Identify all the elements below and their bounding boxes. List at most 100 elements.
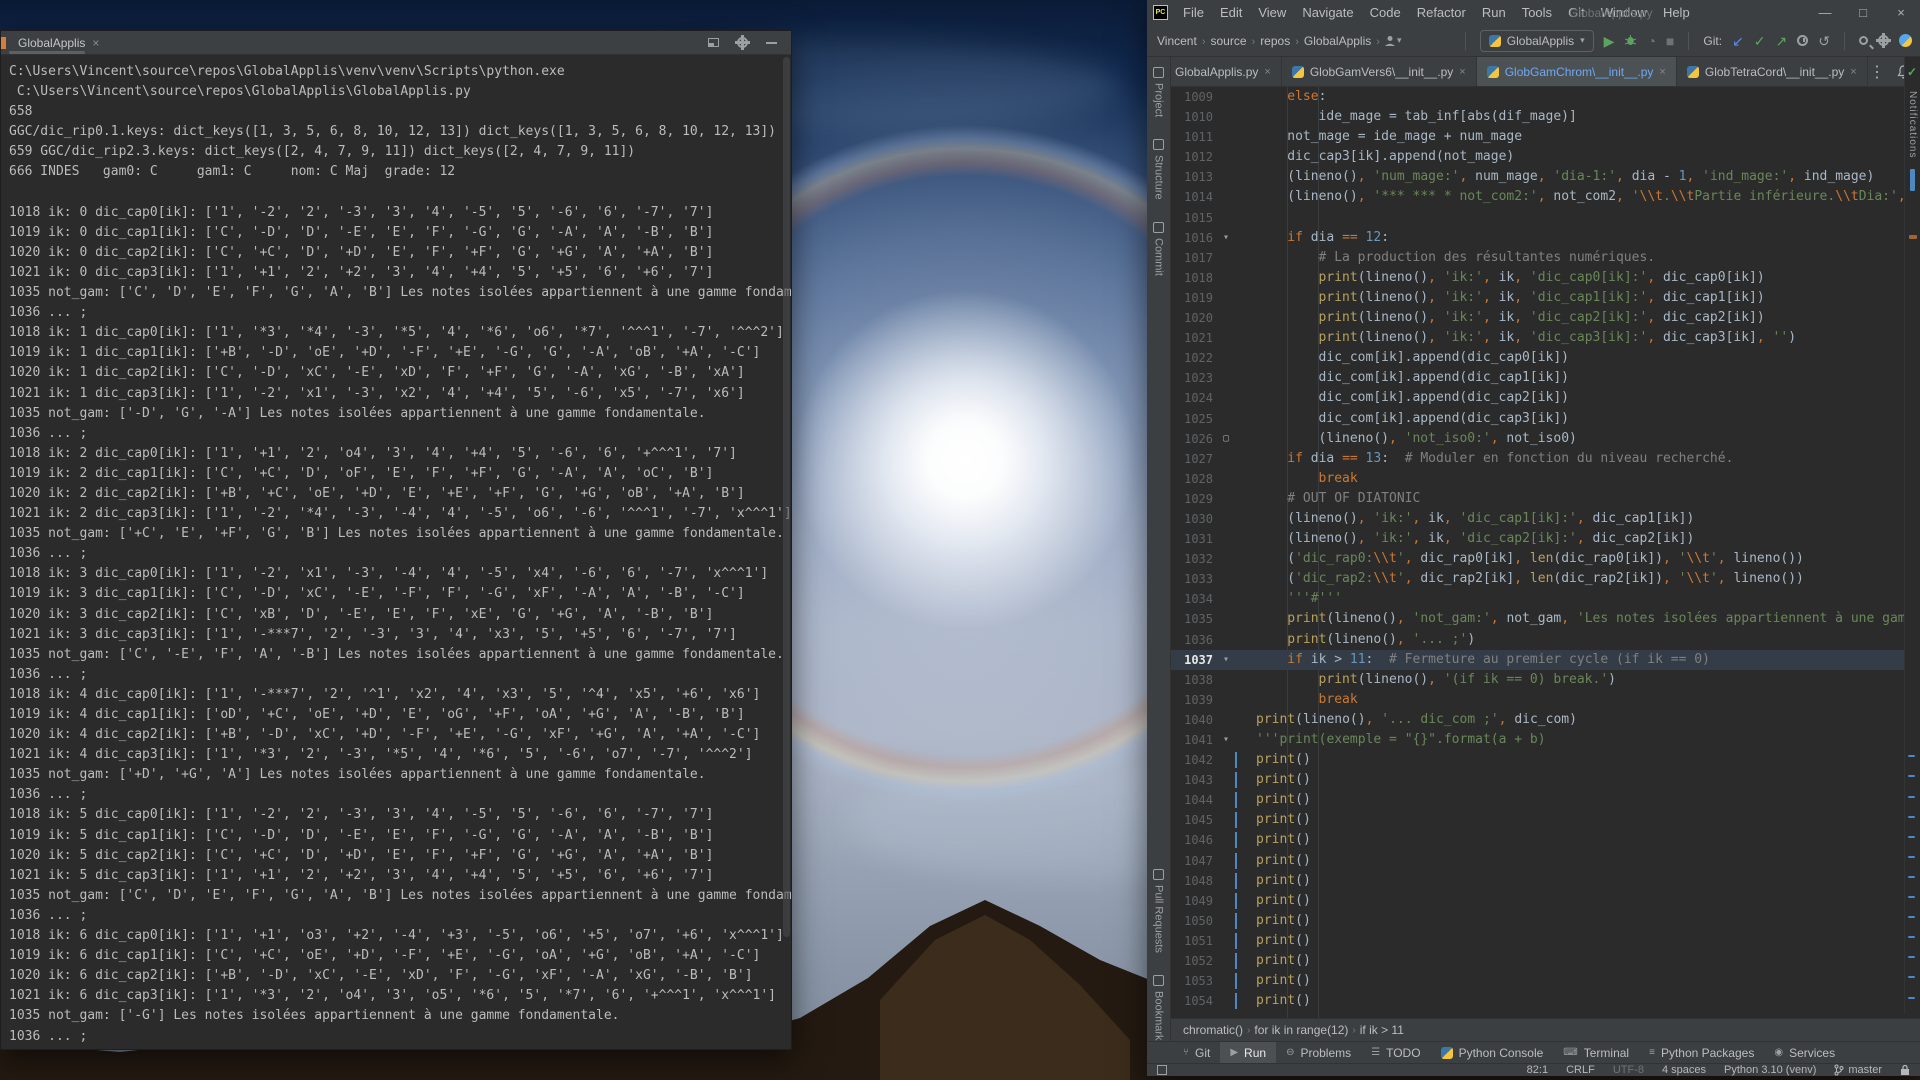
status-item[interactable]: Python 3.10 (venv) [1724, 1064, 1816, 1076]
menu-item-help[interactable]: Help [1656, 3, 1697, 22]
sidebar-item-commit[interactable]: Commit [1153, 222, 1165, 276]
gutter-space [1217, 951, 1235, 971]
console-scrollbar[interactable] [783, 57, 790, 937]
token: ) [1608, 672, 1616, 687]
toolwindow-button-services[interactable]: ◉Services [1764, 1042, 1845, 1063]
token: () [1295, 853, 1311, 868]
run-configuration-select[interactable]: GlobalApplis ▾ [1480, 30, 1594, 52]
search-icon[interactable] [1859, 36, 1868, 45]
close-icon[interactable]: × [1264, 66, 1270, 78]
token: , [1405, 571, 1421, 586]
breadcrumb-item[interactable]: GlobalApplis [1302, 34, 1373, 48]
toolwindow-button-run[interactable]: ▶Run [1220, 1042, 1276, 1063]
history-icon[interactable] [1797, 35, 1808, 46]
editor-error-stripe[interactable]: ✓ Notifications [1904, 57, 1920, 1014]
user-icon[interactable] [1383, 34, 1397, 48]
code-text: ('dic_rap2:\\t', dic_rap2[ik], len(dic_r… [1235, 569, 1904, 589]
console-line: 659 GGC/dic_rip2.3.keys: dict_keys([2, 4… [9, 142, 791, 162]
close-icon[interactable]: × [1850, 66, 1856, 78]
close-icon[interactable]: × [1459, 66, 1465, 78]
menu-item-tools[interactable]: Tools [1515, 3, 1559, 22]
toolwindow-button-python-packages[interactable]: ≡Python Packages [1639, 1042, 1764, 1063]
editor-tab[interactable]: GlobGamChrom\__init__.py× [1477, 57, 1677, 86]
sidebar-item-pull-requests[interactable]: Pull Requests [1153, 869, 1165, 953]
rollback-icon[interactable]: ↺ [1818, 34, 1830, 48]
menu-item-code[interactable]: Code [1363, 3, 1408, 22]
run-button[interactable]: ▶ [1604, 34, 1615, 48]
fold-icon[interactable]: ▾ [1217, 650, 1235, 670]
token: 'dic_cap2[ik]:' [1530, 310, 1647, 325]
settings-gear-icon[interactable] [1878, 35, 1889, 46]
menu-item-view[interactable]: View [1251, 3, 1293, 22]
menu-item-navigate[interactable]: Navigate [1295, 3, 1360, 22]
token: 11 [1350, 652, 1366, 667]
gear-icon[interactable] [737, 37, 748, 48]
gutter-space [1217, 569, 1235, 589]
changed-line-stripe-mark [1908, 876, 1915, 878]
breadcrumb-item[interactable]: chromatic() [1183, 1023, 1243, 1037]
code-with-me-icon[interactable] [1899, 34, 1912, 47]
menu-item-edit[interactable]: Edit [1213, 3, 1249, 22]
profiler-icon[interactable]: ◔ [1647, 34, 1655, 48]
git-commit-icon[interactable]: ✓ [1754, 34, 1766, 48]
menu-item-file[interactable]: File [1176, 3, 1211, 22]
toolwindow-button-python-console[interactable]: Python Console [1431, 1042, 1554, 1063]
editor-tab[interactable]: GlobGamVers6\__init__.py× [1282, 57, 1477, 86]
status-item[interactable]: CRLF [1566, 1064, 1595, 1076]
console-line: 658 [9, 102, 791, 122]
sidebar-item-project[interactable]: Project [1153, 67, 1165, 117]
close-icon[interactable]: × [1659, 66, 1665, 78]
lock-icon[interactable] [1900, 1064, 1910, 1076]
more-tabs-icon[interactable]: ⋮ [1869, 62, 1885, 82]
fold-icon[interactable]: ▾ [1217, 730, 1235, 750]
breadcrumb-item[interactable]: repos [1258, 34, 1292, 48]
git-branch-widget[interactable]: master [1834, 1064, 1882, 1076]
editor-tab[interactable]: GlobTetraCord\__init__.py× [1677, 57, 1868, 86]
float-window-icon[interactable] [708, 38, 719, 47]
structure-icon [1153, 139, 1164, 150]
close-icon[interactable]: × [92, 36, 99, 50]
maximize-button[interactable]: □ [1844, 5, 1882, 20]
inspections-ok-icon[interactable]: ✓ [1907, 65, 1917, 79]
status-item[interactable]: 4 spaces [1662, 1064, 1706, 1076]
scrollbar-thumb[interactable] [1910, 169, 1915, 191]
close-button[interactable]: × [1882, 5, 1920, 20]
git-label: Git: [1703, 34, 1722, 48]
sidebar-item-bookmarks[interactable]: Bookmarks [1153, 975, 1165, 1046]
git-update-icon[interactable]: ↙ [1732, 34, 1744, 48]
gutter-space [1217, 288, 1235, 308]
breadcrumb-item[interactable]: if ik > 11 [1360, 1023, 1404, 1037]
token: , [1428, 270, 1444, 285]
sidebar-item-structure[interactable]: Structure [1153, 139, 1165, 200]
toolwindow-button-todo[interactable]: ☰TODO [1361, 1042, 1430, 1063]
toolwindow-layout-icon[interactable] [1157, 1065, 1167, 1075]
notifications-label[interactable]: Notifications [1907, 91, 1918, 158]
minimize-button[interactable]: — [1806, 5, 1844, 20]
debug-icon[interactable] [1624, 34, 1637, 47]
breadcrumb-item[interactable]: source [1208, 34, 1248, 48]
breadcrumb-item[interactable]: Vincent [1155, 34, 1199, 48]
token: ) [1467, 632, 1475, 647]
token: ' [1397, 571, 1405, 586]
git-push-icon[interactable]: ↗ [1776, 34, 1788, 48]
status-item[interactable]: 82:1 [1527, 1064, 1548, 1076]
console-tab-underline [9, 51, 85, 54]
commit-icon [1153, 222, 1164, 233]
menu-item-run[interactable]: Run [1475, 3, 1513, 22]
breadcrumb-item[interactable]: for ik in range(12) [1254, 1023, 1348, 1037]
token: break [1319, 471, 1358, 486]
toolwindow-button-terminal[interactable]: ⌨Terminal [1553, 1042, 1639, 1063]
git-branch-icon: ⑂ [1183, 1047, 1189, 1058]
code-editor[interactable]: 1009else:1010ide_mage = tab_inf[abs(dif_… [1171, 87, 1904, 1018]
console-line: 1019 ik: 0 dic_cap1[ik]: ['C', '-D', 'D'… [9, 223, 791, 243]
gutter-space [1217, 167, 1235, 187]
minimize-icon[interactable] [766, 42, 777, 44]
code-text: break [1235, 469, 1904, 489]
toolwindow-button-git[interactable]: ⑂Git [1173, 1042, 1220, 1063]
toolwindow-button-problems[interactable]: ⊖Problems [1276, 1042, 1361, 1063]
token: 'ik:' [1444, 330, 1483, 345]
menu-item-refactor[interactable]: Refactor [1410, 3, 1473, 22]
fold-icon[interactable]: ▾ [1217, 228, 1235, 248]
console-output[interactable]: C:\Users\Vincent\source\repos\GlobalAppl… [1, 55, 791, 1049]
status-item[interactable]: UTF-8 [1613, 1064, 1644, 1076]
